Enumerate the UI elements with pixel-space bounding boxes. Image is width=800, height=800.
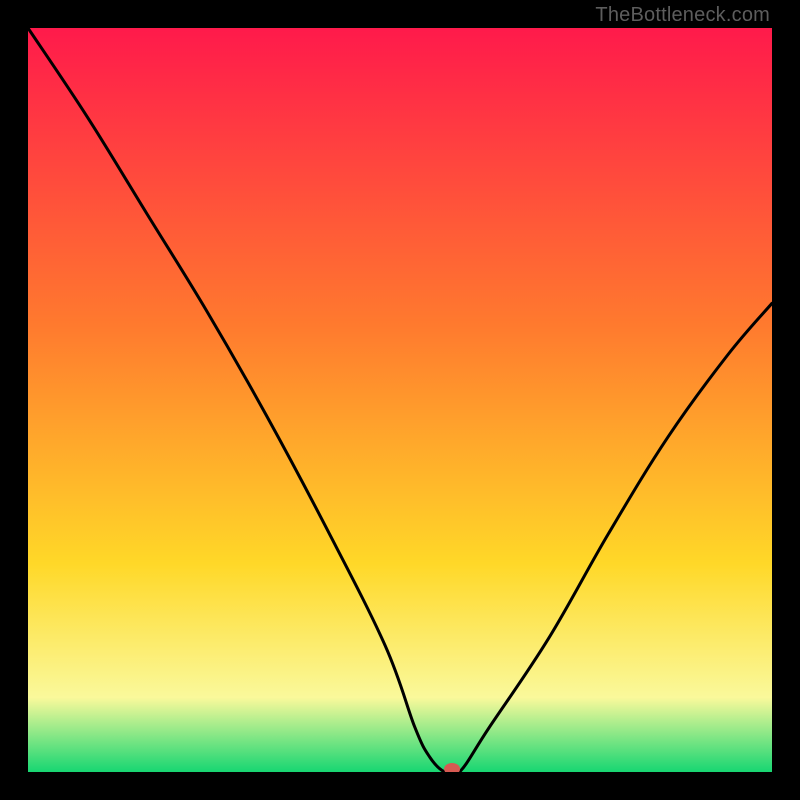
chart-svg — [28, 28, 772, 772]
watermark-text: TheBottleneck.com — [595, 4, 770, 27]
bottleneck-chart — [28, 28, 772, 772]
chart-background — [28, 28, 772, 772]
